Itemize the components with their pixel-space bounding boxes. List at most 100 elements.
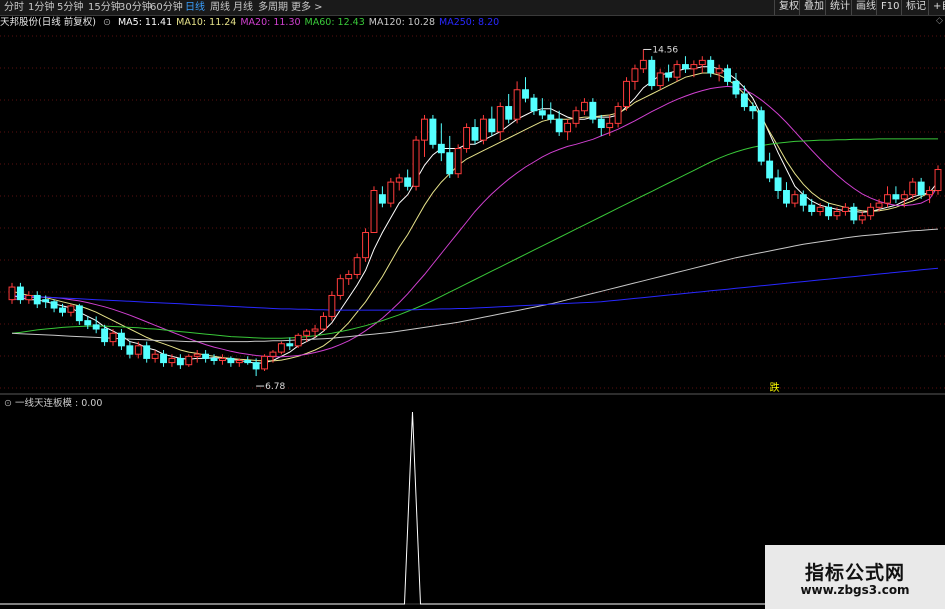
candle xyxy=(816,203,824,216)
candle-body xyxy=(328,294,336,317)
toolbar-button-6[interactable]: +自 xyxy=(928,0,945,15)
candle-body xyxy=(294,334,302,347)
candle xyxy=(160,350,167,367)
toolbar-button-1[interactable]: 叠加 xyxy=(799,0,828,15)
candle-body xyxy=(8,286,16,301)
candle xyxy=(841,203,849,216)
candle xyxy=(84,316,92,330)
candle xyxy=(783,182,790,208)
candle-body xyxy=(50,301,58,309)
period-tab-1[interactable]: 1分钟 xyxy=(28,1,54,14)
candle xyxy=(623,77,630,111)
candle-body xyxy=(631,68,639,82)
ma-legend-item-2: MA20: 11.30 xyxy=(240,17,301,28)
candle-body xyxy=(134,345,142,355)
period-tab-4[interactable]: 30分钟 xyxy=(119,1,152,14)
candle-body xyxy=(421,118,428,141)
watermark-title: 指标公式网 xyxy=(804,562,905,584)
candle xyxy=(25,291,33,304)
candle xyxy=(648,56,656,90)
candle-body xyxy=(320,315,327,330)
candle xyxy=(867,203,875,220)
candle xyxy=(471,119,479,145)
candle xyxy=(614,102,622,128)
period-tab-0[interactable]: 分时 xyxy=(4,1,24,14)
candle-body xyxy=(707,59,715,74)
ma-legend-item-0: MA5: 11.41 xyxy=(117,17,173,28)
candle xyxy=(715,64,723,82)
candle xyxy=(404,169,412,191)
period-tab-9[interactable]: 多周期 xyxy=(258,1,288,14)
candle xyxy=(858,211,866,225)
period-tab-3[interactable]: 15分钟 xyxy=(88,1,121,14)
candle-body xyxy=(252,362,260,370)
candle xyxy=(564,119,572,141)
candle-body xyxy=(867,206,875,217)
indicator-settings-icon[interactable]: ⊙ xyxy=(4,398,12,409)
period-tab-2[interactable]: 5分钟 xyxy=(57,1,83,14)
diamond-icon[interactable]: ◇ xyxy=(936,16,943,26)
candle xyxy=(639,49,647,73)
indicator-label: 一线天连板模 : 0.00 xyxy=(15,398,103,409)
candle-body xyxy=(33,294,41,305)
candle xyxy=(682,56,689,73)
candle-body xyxy=(479,118,487,141)
candle xyxy=(362,228,370,262)
candle-body xyxy=(505,106,513,120)
ma-line-ma250 xyxy=(11,267,939,311)
candle-body xyxy=(92,324,100,330)
ma-legend-bar: 天邦股份(日线 前复权) ⊙ MA5: 11.41 MA10: 11.24 MA20… xyxy=(0,16,507,29)
toolbar-button-5[interactable]: 标记 xyxy=(901,0,930,15)
candle xyxy=(33,291,41,309)
candle-body xyxy=(656,72,664,87)
period-tab-8[interactable]: 月线 xyxy=(233,1,253,14)
toolbar-button-4[interactable]: F10 xyxy=(876,0,903,15)
candle-body xyxy=(126,345,134,355)
candle-body xyxy=(345,273,353,280)
watermark-url: www.zbgs3.com xyxy=(800,583,910,597)
candle-body xyxy=(825,206,833,217)
candle xyxy=(8,282,16,304)
toolbar-button-2[interactable]: 统计 xyxy=(825,0,854,15)
candle xyxy=(463,123,471,153)
candle-body xyxy=(698,59,706,66)
candle xyxy=(92,316,100,334)
candle xyxy=(387,177,395,208)
candle xyxy=(656,68,664,90)
stock-chart[interactable]: 14.56 6.78 跌 xyxy=(0,0,945,609)
candle-body xyxy=(934,169,942,192)
candle xyxy=(446,135,454,178)
period-tab-7[interactable]: 周线 xyxy=(210,1,230,14)
candle-body xyxy=(235,360,243,364)
candle-body xyxy=(471,127,479,141)
candle xyxy=(749,102,757,120)
candle xyxy=(261,354,268,372)
period-tab-10[interactable]: 更多 > xyxy=(291,1,323,14)
stock-title[interactable]: 天邦股份(日线 前复权) xyxy=(0,17,96,28)
candle xyxy=(757,106,765,166)
candle-body xyxy=(682,64,689,70)
sell-signal-label: 跌 xyxy=(770,381,780,394)
candle-body xyxy=(740,93,748,108)
high-price-label: 14.56 xyxy=(652,45,678,55)
ma-legend-item-3: MA60: 12.43 xyxy=(304,17,365,28)
candle xyxy=(75,303,83,325)
candle-body xyxy=(277,343,285,353)
candle-body xyxy=(387,181,395,204)
candle xyxy=(421,114,428,157)
period-tab-5[interactable]: 60分钟 xyxy=(150,1,183,14)
low-price-label: 6.78 xyxy=(265,382,285,392)
settings-icon[interactable]: ⊙ xyxy=(103,17,111,28)
candle-body xyxy=(513,89,521,120)
candle-body xyxy=(75,305,83,322)
candle-body xyxy=(580,101,588,112)
candle xyxy=(244,356,252,365)
candle xyxy=(67,303,75,317)
candle-body xyxy=(454,148,462,175)
candle-body xyxy=(101,328,109,343)
candle-body xyxy=(219,357,226,362)
candle-body xyxy=(59,307,66,313)
period-tab-6[interactable]: 日线 xyxy=(185,1,205,14)
candle xyxy=(926,186,934,204)
candle xyxy=(109,329,117,346)
